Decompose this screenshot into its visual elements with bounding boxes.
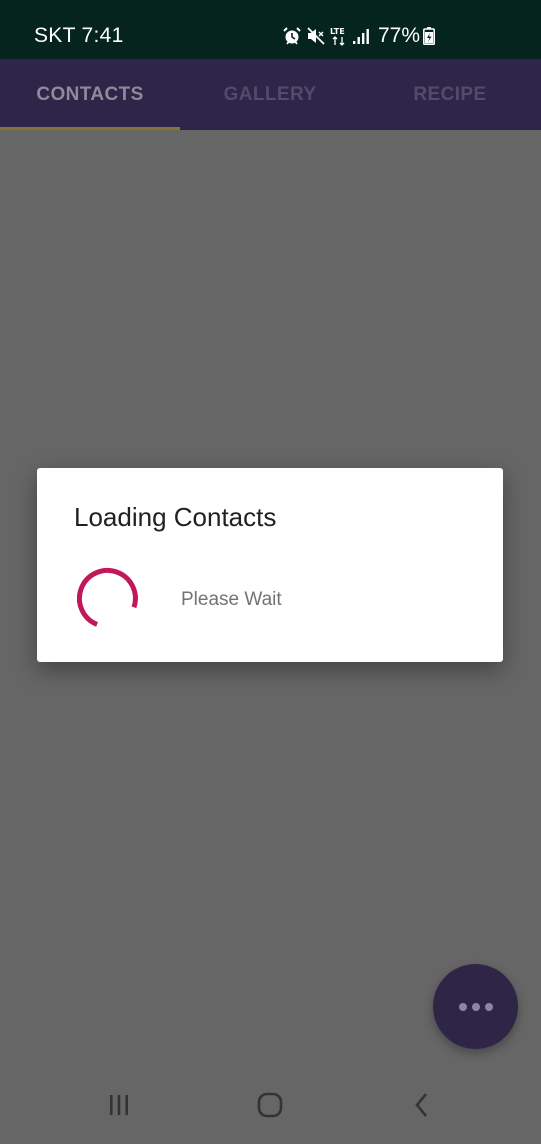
signal-icon <box>352 27 370 45</box>
tab-gallery[interactable]: GALLERY <box>180 59 360 130</box>
svg-text:LTE: LTE <box>330 27 345 36</box>
home-icon <box>257 1092 283 1123</box>
status-carrier-time: SKT 7:41 <box>34 24 124 47</box>
home-button[interactable] <box>250 1092 290 1122</box>
tab-recipe[interactable]: RECIPE <box>360 59 540 130</box>
back-icon <box>413 1092 431 1123</box>
status-bar: SKT 7:41 LTE 77% <box>0 0 541 59</box>
lte-icon: LTE <box>330 25 348 47</box>
mute-icon <box>306 26 326 46</box>
dialog-title: Loading Contacts <box>74 502 277 532</box>
more-options-fab[interactable] <box>433 964 518 1049</box>
battery-percent: 77% <box>378 24 421 47</box>
tab-contacts[interactable]: CONTACTS <box>0 59 180 130</box>
more-horizontal-icon <box>458 1002 493 1011</box>
recents-icon <box>107 1094 131 1121</box>
loading-dialog: Loading Contacts Please Wait <box>37 468 503 662</box>
dialog-message: Please Wait <box>181 589 282 610</box>
back-button[interactable] <box>402 1092 442 1122</box>
progress-spinner-icon <box>76 567 141 631</box>
tab-bar: CONTACTS GALLERY RECIPE <box>0 59 541 130</box>
status-icons: LTE <box>282 24 370 48</box>
recents-button[interactable] <box>99 1092 139 1122</box>
alarm-icon <box>282 26 302 46</box>
system-nav-bar <box>0 1070 541 1144</box>
battery-charging-icon <box>423 27 435 50</box>
